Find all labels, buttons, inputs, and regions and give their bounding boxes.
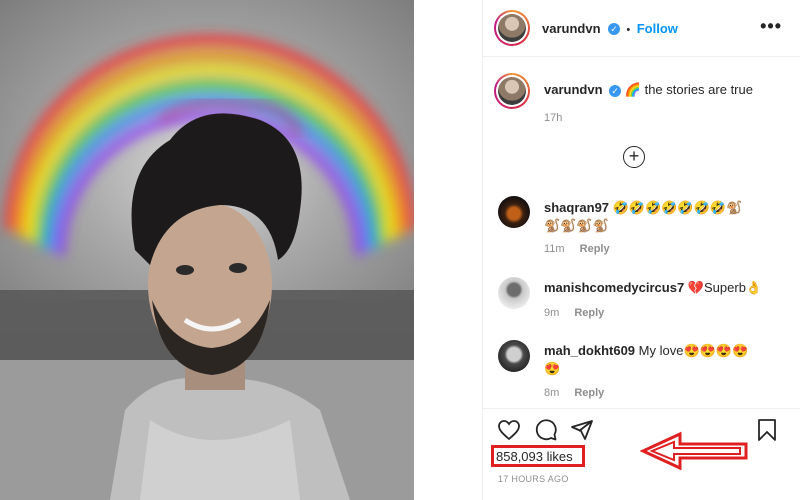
bookmark-icon[interactable]	[756, 418, 778, 442]
comment-time: 11m	[544, 243, 565, 255]
comment-text-continued: 😍	[544, 361, 561, 376]
caption-emoji: 🌈	[624, 82, 641, 97]
comment-text: 💔Superb👌	[687, 280, 763, 295]
actions-divider	[482, 408, 800, 409]
comment-text: 🤣🤣🤣🤣🤣🤣🤣🐒	[612, 200, 743, 215]
comment-meta: 8m Reply	[544, 387, 616, 399]
reply-button[interactable]: Reply	[574, 307, 604, 319]
header-username[interactable]: varundvn	[542, 21, 601, 36]
post-photo	[0, 0, 414, 500]
comment-avatar[interactable]	[498, 340, 530, 372]
follow-button[interactable]: Follow	[637, 21, 678, 36]
plus-circle-icon[interactable]: +	[623, 146, 645, 168]
comment-text: My love😍😍😍😍	[638, 343, 749, 358]
caption-text: the stories are true	[644, 82, 753, 97]
comment-body: mah_dokht609 My love😍😍😍😍	[544, 343, 748, 359]
verified-badge-icon: ✓	[609, 84, 622, 97]
comment-username[interactable]: manishcomedycircus7	[544, 280, 684, 295]
reply-button[interactable]: Reply	[574, 387, 604, 399]
comment-avatar[interactable]	[498, 196, 530, 228]
header-avatar[interactable]	[494, 10, 530, 46]
comment-avatar[interactable]	[498, 277, 530, 309]
reply-button[interactable]: Reply	[580, 243, 610, 255]
comment-time: 8m	[544, 387, 560, 399]
heart-icon[interactable]	[496, 418, 522, 442]
share-icon[interactable]	[570, 418, 594, 442]
panel-divider	[482, 0, 483, 500]
caption-time: 17h	[544, 112, 563, 124]
comment-meta: 9m Reply	[544, 307, 616, 319]
likes-count[interactable]: 858,093 likes	[496, 449, 573, 464]
comment-body: manishcomedycircus7 💔Superb👌	[544, 280, 762, 296]
annotation-arrow-icon	[640, 431, 748, 471]
comment-text-continued: 🐒🐒🐒🐒	[544, 218, 609, 233]
caption: varundvn ✓ 🌈 the stories are true	[544, 82, 753, 98]
header-separator: •	[626, 24, 631, 36]
comment-username[interactable]: mah_dokht609	[544, 343, 635, 358]
caption-avatar[interactable]	[494, 73, 530, 109]
post-side-panel: varundvn ✓ • Follow ••• varundvn ✓ 🌈 the…	[482, 0, 800, 500]
verified-badge-icon: ✓	[607, 22, 620, 35]
comment-body: shaqran97 🤣🤣🤣🤣🤣🤣🤣🐒	[544, 200, 742, 216]
comment-meta: 11m Reply	[544, 243, 622, 255]
post-header: varundvn ✓ • Follow •••	[482, 0, 800, 57]
comment-time: 9m	[544, 307, 560, 319]
comment-icon[interactable]	[534, 418, 558, 442]
post-timestamp: 17 HOURS AGO	[498, 474, 569, 484]
more-options-icon[interactable]: •••	[760, 16, 782, 37]
rainbow-overlay	[0, 35, 414, 500]
caption-username[interactable]: varundvn	[544, 82, 603, 97]
comment-username[interactable]: shaqran97	[544, 200, 609, 215]
